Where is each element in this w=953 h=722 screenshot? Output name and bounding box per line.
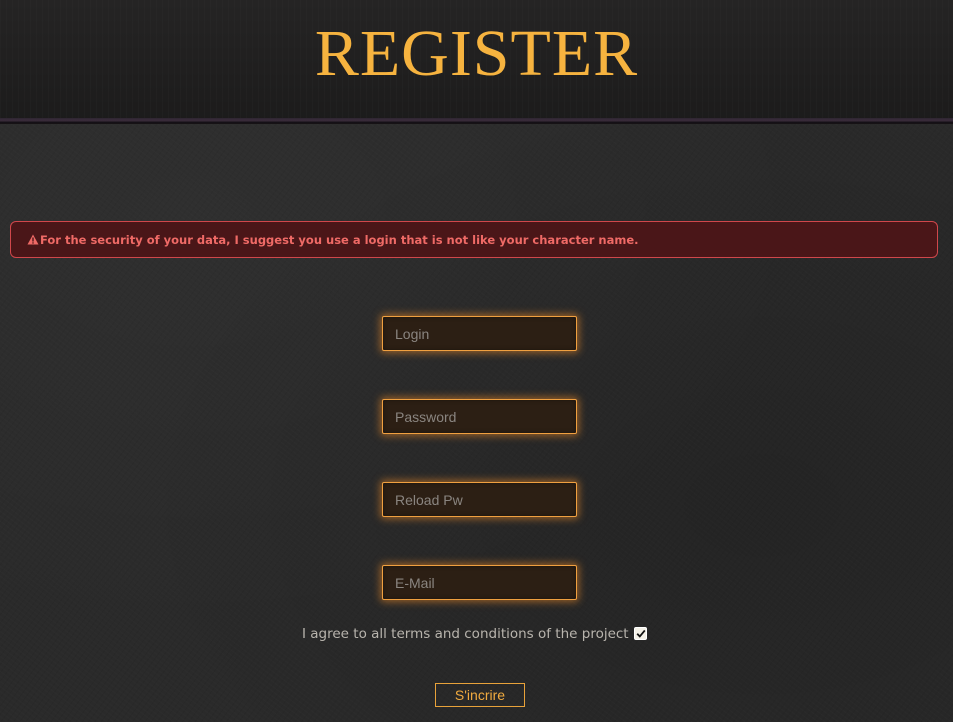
password-input[interactable] (382, 399, 577, 434)
warning-triangle-icon (27, 234, 39, 245)
login-input[interactable] (382, 316, 577, 351)
terms-label-text: I agree to all terms and conditions of t… (302, 626, 629, 642)
page-title: REGISTER (314, 17, 639, 90)
email-input[interactable] (382, 565, 577, 600)
security-alert: For the security of your data, I suggest… (10, 221, 938, 258)
terms-label: I agree to all terms and conditions of t… (302, 624, 629, 644)
alert-message: For the security of your data, I suggest… (40, 232, 639, 247)
header-divider (0, 118, 953, 124)
checkmark-icon (636, 629, 645, 638)
reload-password-input[interactable] (382, 482, 577, 517)
terms-checkbox[interactable] (634, 627, 647, 640)
register-submit-button[interactable]: S'incrire (435, 683, 525, 707)
